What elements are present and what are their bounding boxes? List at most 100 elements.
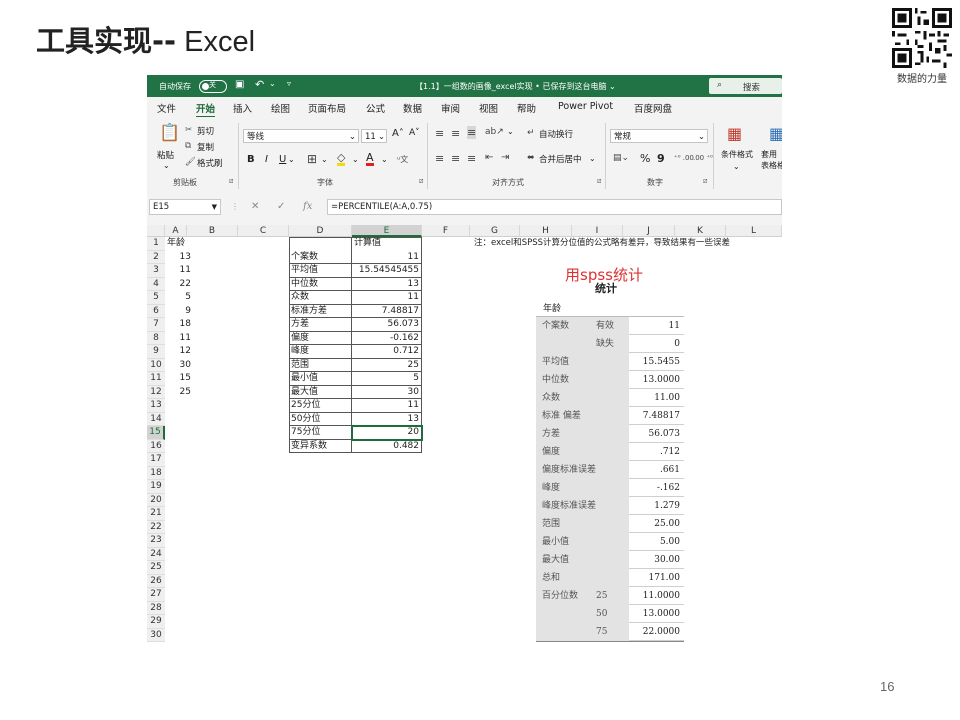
cell-age-value[interactable]: 25: [165, 386, 191, 400]
decrease-indent-icon[interactable]: ⇤: [485, 152, 493, 163]
format-as-table-icon[interactable]: ▦: [769, 124, 782, 143]
cell-age-value[interactable]: 5: [165, 291, 191, 305]
chevron-down-icon[interactable]: ⌄: [321, 155, 328, 164]
stats-label[interactable]: 75分位: [291, 426, 351, 440]
row-header-17[interactable]: 17: [147, 453, 165, 467]
row-header-3[interactable]: 3: [147, 264, 165, 278]
dialog-launcher-icon[interactable]: ⧄: [419, 177, 423, 186]
row-header-7[interactable]: 7: [147, 318, 165, 332]
column-header-k[interactable]: K: [675, 225, 726, 237]
increase-decimal-icon[interactable]: ⁺⁰ .00: [674, 154, 694, 162]
fill-color-icon[interactable]: ◇: [337, 152, 346, 166]
row-header-1[interactable]: 1: [147, 237, 165, 251]
chevron-down-icon[interactable]: ⌄: [589, 154, 596, 163]
tab-formulas[interactable]: 公式: [366, 101, 385, 115]
tab-data[interactable]: 数据: [403, 101, 422, 115]
decrease-font-icon[interactable]: A˅: [409, 128, 420, 138]
row-header-15[interactable]: 15: [147, 426, 165, 440]
border-icon[interactable]: ⊞: [307, 152, 317, 166]
orientation-icon[interactable]: ab↗: [485, 127, 504, 137]
row-header-13[interactable]: 13: [147, 399, 165, 413]
column-header-l[interactable]: L: [726, 225, 782, 237]
row-header-6[interactable]: 6: [147, 304, 165, 318]
align-bottom-icon[interactable]: ≡: [467, 126, 477, 139]
row-header-4[interactable]: 4: [147, 277, 165, 291]
tab-page-layout[interactable]: 页面布局: [308, 101, 346, 115]
row-header-24[interactable]: 24: [147, 547, 165, 561]
row-header-25[interactable]: 25: [147, 561, 165, 575]
wrap-text-button[interactable]: 自动换行: [539, 128, 573, 140]
column-header-i[interactable]: I: [572, 225, 623, 237]
merge-center-button[interactable]: 合并后居中: [539, 153, 582, 165]
chevron-down-icon[interactable]: ⌄: [288, 155, 295, 164]
accounting-format-icon[interactable]: ▤⌄: [613, 153, 629, 163]
stats-value[interactable]: 13: [352, 413, 419, 427]
cell-age-value[interactable]: 9: [165, 305, 191, 319]
bold-button[interactable]: B: [247, 154, 255, 165]
format-painter-icon[interactable]: 🖌: [185, 157, 196, 167]
align-top-icon[interactable]: ≡: [435, 127, 444, 140]
stats-label[interactable]: 偏度: [291, 332, 351, 346]
stats-value[interactable]: 30: [352, 386, 419, 400]
stats-value[interactable]: 5: [352, 372, 419, 386]
row-header-23[interactable]: 23: [147, 534, 165, 548]
row-header-21[interactable]: 21: [147, 507, 165, 521]
row-header-5[interactable]: 5: [147, 291, 165, 305]
stats-label[interactable]: 标准方差: [291, 305, 351, 319]
stats-label[interactable]: 50分位: [291, 413, 351, 427]
phonetic-icon[interactable]: ᵘ文: [397, 154, 408, 165]
column-header-b[interactable]: B: [187, 225, 238, 237]
comma-button[interactable]: 9: [657, 152, 665, 165]
save-icon[interactable]: ▣: [235, 79, 244, 90]
row-header-29[interactable]: 29: [147, 615, 165, 629]
customize-icon[interactable]: ▿: [287, 79, 291, 88]
tab-file[interactable]: 文件: [157, 101, 176, 115]
tab-help[interactable]: 帮助: [517, 101, 536, 115]
stats-label[interactable]: 25分位: [291, 399, 351, 413]
search-box[interactable]: ⌕ 搜索: [709, 78, 782, 94]
format-as-table-button[interactable]: 套用 表格格: [761, 149, 782, 171]
column-header-j[interactable]: J: [623, 225, 675, 237]
chevron-down-icon[interactable]: ⌄: [507, 127, 514, 136]
cancel-icon[interactable]: ✕: [251, 201, 259, 212]
row-header-12[interactable]: 12: [147, 385, 165, 399]
row-header-26[interactable]: 26: [147, 574, 165, 588]
insert-function-button[interactable]: fx: [303, 201, 312, 212]
tab-review[interactable]: 审阅: [441, 101, 460, 115]
wrap-text-icon[interactable]: ↵: [527, 128, 535, 138]
cell-age-value[interactable]: 18: [165, 318, 191, 332]
format-painter-button[interactable]: 格式刷: [197, 157, 223, 169]
increase-font-icon[interactable]: A˄: [392, 128, 404, 139]
conditional-format-button[interactable]: 条件格式: [721, 149, 753, 160]
chevron-down-icon[interactable]: ⌄: [381, 155, 388, 164]
stats-label[interactable]: 中位数: [291, 278, 351, 292]
stats-value[interactable]: 15.54545455: [352, 264, 419, 278]
copy-icon[interactable]: ⧉: [185, 141, 191, 151]
stats-label[interactable]: 众数: [291, 291, 351, 305]
stats-label[interactable]: 峰度: [291, 345, 351, 359]
tab-power-pivot[interactable]: Power Pivot: [558, 101, 613, 112]
stats-value[interactable]: 11: [352, 251, 419, 265]
stats-value[interactable]: 11: [352, 291, 419, 305]
selected-cell-e15[interactable]: [351, 425, 423, 441]
cell-age-value[interactable]: 22: [165, 278, 191, 292]
dialog-launcher-icon[interactable]: ⧄: [229, 177, 233, 186]
stats-value[interactable]: 7.48817: [352, 305, 419, 319]
decrease-decimal-icon[interactable]: .00 ⁺⁰: [693, 154, 713, 162]
paste-button[interactable]: 粘贴: [157, 149, 174, 161]
number-format-select[interactable]: 常规 ⌄: [610, 129, 708, 143]
conditional-format-icon[interactable]: ▦: [727, 124, 742, 143]
cell-age-value[interactable]: 12: [165, 345, 191, 359]
chevron-down-icon[interactable]: ⌄: [733, 162, 740, 171]
row-header-10[interactable]: 10: [147, 358, 165, 372]
formula-input[interactable]: =PERCENTILE(A:A,0.75): [327, 199, 782, 215]
row-header-8[interactable]: 8: [147, 331, 165, 345]
stats-label[interactable]: 平均值: [291, 264, 351, 278]
tab-baidu-netdisk[interactable]: 百度网盘: [634, 101, 672, 115]
stats-value[interactable]: 25: [352, 359, 419, 373]
cell-age-value[interactable]: 11: [165, 264, 191, 278]
tab-insert[interactable]: 插入: [233, 101, 252, 115]
font-size-select[interactable]: 11 ⌄: [361, 129, 387, 143]
column-header-c[interactable]: C: [238, 225, 289, 237]
paste-dropdown-icon[interactable]: ⌄: [163, 161, 170, 170]
